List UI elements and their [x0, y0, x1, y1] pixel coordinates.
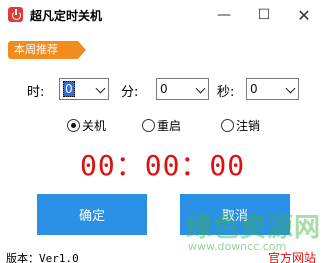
radio-restart[interactable]: 重启 — [142, 117, 181, 134]
minimize-button[interactable]: — — [204, 0, 244, 30]
radio-logoff[interactable]: 注销 — [221, 117, 260, 134]
countdown-display: 00：00：00 — [80, 149, 246, 182]
title-bar: 超凡定时关机 — ☐ ✕ — [0, 0, 324, 30]
radio-dot-icon — [67, 119, 80, 132]
hour-value: 0 — [63, 81, 75, 97]
weekly-recommend-tag[interactable]: 本周推荐 — [8, 41, 86, 59]
second-label: 秒: — [217, 85, 235, 100]
window-title: 超凡定时关机 — [30, 9, 103, 23]
version-label: 版本：Ver1.0 — [6, 252, 79, 263]
radio-label: 关机 — [82, 119, 107, 133]
radio-dot-icon — [142, 119, 155, 132]
second-select[interactable]: 0 — [246, 78, 299, 100]
radio-shutdown[interactable]: 关机 — [67, 117, 106, 134]
chevron-down-icon — [195, 83, 206, 94]
close-button[interactable]: ✕ — [284, 0, 324, 30]
radio-label: 注销 — [236, 119, 261, 133]
hour-label: 时: — [27, 85, 45, 100]
second-value: 0 — [250, 82, 258, 96]
radio-label: 重启 — [157, 119, 182, 133]
watermark-logo: 绿色资源网 — [186, 213, 322, 243]
minute-value: 0 — [160, 82, 168, 96]
maximize-button[interactable]: ☐ — [244, 0, 284, 30]
radio-dot-icon — [221, 119, 234, 132]
chevron-down-icon — [285, 83, 296, 94]
minute-label: 分: — [121, 85, 139, 100]
confirm-button[interactable]: 确定 — [37, 194, 147, 235]
minute-select[interactable]: 0 — [156, 78, 209, 100]
official-site-link[interactable]: 官方网站 — [268, 249, 316, 263]
power-icon — [8, 7, 23, 22]
chevron-down-icon — [95, 83, 106, 94]
hour-select[interactable]: 0 — [59, 78, 109, 100]
